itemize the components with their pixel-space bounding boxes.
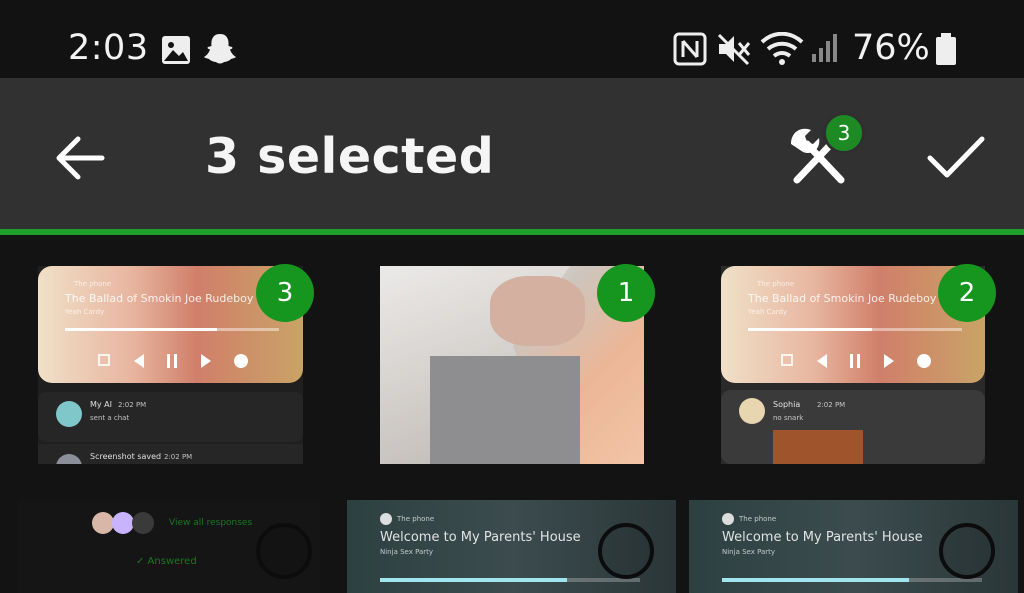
player-title: Welcome to My Parents' House <box>722 530 923 545</box>
mute-icon <box>717 33 751 66</box>
tools-badge: 3 <box>823 112 865 154</box>
player-title: Welcome to My Parents' House <box>380 530 581 545</box>
snapchat-icon <box>204 34 236 64</box>
notif-name: My AI <box>90 400 113 409</box>
battery-percent: 76% <box>852 28 930 68</box>
notif-name: Screenshot saved <box>90 452 162 461</box>
player-artist: Yeah Cardy <box>65 308 105 316</box>
player-source: The phone <box>74 280 112 288</box>
player-source: The phone <box>397 515 435 523</box>
image-icon <box>162 36 190 64</box>
notification-row: Sophia 2:02 PM no snark <box>721 390 985 464</box>
player-title: The Ballad of Smokin Joe Rudeboy <box>748 292 937 305</box>
selection-badge[interactable]: 1 <box>597 264 655 322</box>
notification-row: My AI 2:02 PM sent a chat <box>38 392 303 442</box>
notif-name: Sophia <box>773 400 801 409</box>
app-bar-divider <box>0 229 1024 235</box>
pause-icon <box>850 354 860 368</box>
notification-row: Screenshot saved 2:02 PM <box>38 444 303 464</box>
avatar <box>56 454 82 464</box>
selection-ring[interactable] <box>256 523 312 579</box>
check-circle-icon <box>234 354 248 368</box>
progress-bar <box>65 328 279 331</box>
avatar <box>739 398 765 424</box>
page-title: 3 selected <box>205 128 495 185</box>
player-title: The Ballad of Smokin Joe Rudeboy <box>65 292 254 305</box>
status-bar: 2:03 76% <box>0 0 1024 78</box>
next-icon <box>883 354 894 368</box>
battery-icon <box>936 33 956 65</box>
player-source: The phone <box>757 280 795 288</box>
next-icon <box>200 354 211 368</box>
shuffle-icon <box>781 354 793 366</box>
selection-ring[interactable] <box>939 523 995 579</box>
progress-bar <box>722 578 982 582</box>
selection-ring[interactable] <box>598 523 654 579</box>
selection-badge[interactable]: 3 <box>256 264 314 322</box>
notif-time: 2:02 PM <box>118 401 147 409</box>
answered-status: ✓ Answered <box>136 556 197 567</box>
check-icon[interactable] <box>925 128 987 186</box>
app-icon <box>380 513 392 525</box>
player-artist: Yeah Cardy <box>748 308 788 316</box>
progress-bar <box>748 328 962 331</box>
notif-text: sent a chat <box>90 414 130 422</box>
avatar <box>132 512 154 534</box>
notif-image <box>773 430 863 464</box>
view-responses-link: View all responses <box>169 518 253 528</box>
wifi-icon <box>760 32 804 65</box>
app-bar <box>0 78 1024 230</box>
notif-time: 2:02 PM <box>164 453 193 461</box>
app-icon <box>722 513 734 525</box>
player-source: The phone <box>739 515 777 523</box>
avatar <box>56 401 82 427</box>
player-artist: Ninja Sex Party <box>380 548 434 556</box>
status-time: 2:03 <box>68 28 149 68</box>
selection-badge[interactable]: 2 <box>938 264 996 322</box>
nfc-icon <box>673 32 707 66</box>
back-arrow-icon[interactable] <box>52 128 108 188</box>
notif-time: 2:02 PM <box>817 401 846 409</box>
previous-icon <box>133 354 144 368</box>
check-circle-icon <box>917 354 931 368</box>
notif-text: no snark <box>773 414 804 422</box>
previous-icon <box>816 354 827 368</box>
shuffle-icon <box>98 354 110 366</box>
signal-icon <box>812 34 837 62</box>
avatar <box>92 512 114 534</box>
avatar <box>112 512 134 534</box>
player-artist: Ninja Sex Party <box>722 548 776 556</box>
progress-bar <box>380 578 640 582</box>
pause-icon <box>167 354 177 368</box>
